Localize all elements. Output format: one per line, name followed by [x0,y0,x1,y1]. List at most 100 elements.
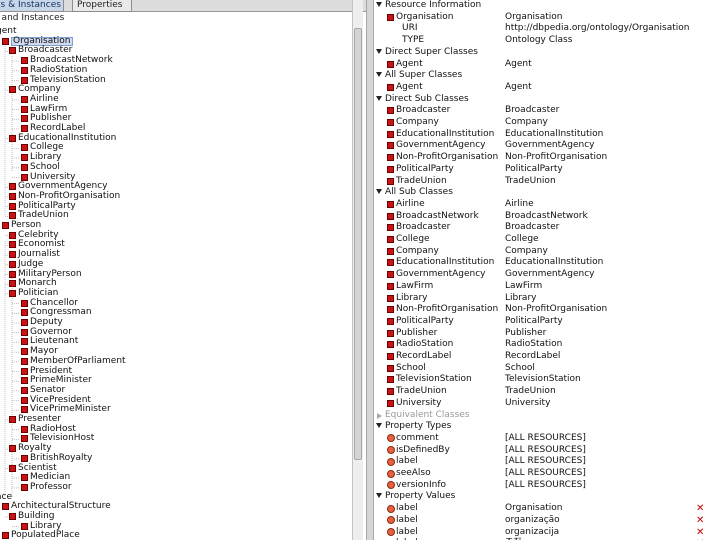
property-row[interactable]: Agent Agent [374,59,720,71]
triangle-down-icon[interactable] [376,48,382,54]
property-row[interactable]: Agent Agent [374,82,720,94]
property-row[interactable]: Broadcaster Broadcaster [374,105,720,117]
section-title: Property Values [385,491,456,502]
property-row[interactable]: Non-ProfitOrganisation Non-ProfitOrganisa… [374,304,720,316]
tree-node[interactable]: TradeUnion [0,211,350,221]
property-row[interactable]: TradeUnion TradeUnion [374,176,720,188]
property-key: University [396,397,442,408]
property-row[interactable]: Library Library [374,293,720,305]
property-row[interactable]: GovernmentAgency GovernmentAgency [374,140,720,152]
property-key: Agent [396,81,423,92]
property-row[interactable]: Company Company [374,117,720,129]
property-row[interactable]: EducationalInstitution EducationalInstitu… [374,129,720,141]
property-value: [ALL RESOURCES] [505,432,586,443]
property-row[interactable]: LawFirm LawFirm [374,281,720,293]
property-value: School [505,362,535,373]
property-row[interactable]: RadioStation RadioStation [374,339,720,351]
property-row[interactable]: comment [ALL RESOURCES] [374,433,720,445]
tree-node-label: PrimeMinister [30,375,92,386]
tree-node-label: VicePresident [30,394,91,405]
tree-node[interactable]: PopulatedPlace [0,531,350,540]
delete-icon[interactable]: ✕ [696,503,704,514]
property-row[interactable]: TradeUnion TradeUnion [374,386,720,398]
property-row[interactable]: GovernmentAgency GovernmentAgency [374,269,720,281]
section-header[interactable]: Property Values [374,491,720,503]
property-row[interactable]: versionInfo [ALL RESOURCES] [374,480,720,492]
triangle-down-icon[interactable] [376,189,382,195]
property-value: TradeUnion [505,175,556,186]
section-header[interactable]: Direct Sub Classes [374,94,720,106]
tree-scrollbar-thumb[interactable] [354,28,362,460]
property-row[interactable]: TelevisionStation TelevisionStation [374,374,720,386]
property-value: Publisher [505,327,547,338]
property-key: EducationalInstitution [396,257,495,268]
class-icon [387,306,394,314]
property-key: Company [396,117,439,127]
triangle-down-icon[interactable] [376,423,382,429]
tree-node-label: School [30,161,60,172]
section-header[interactable]: Equivalent Classes [374,410,720,422]
property-row[interactable]: PoliticalParty PoliticalParty [374,316,720,328]
class-icon [21,105,28,113]
property-row[interactable]: isDefinedBy [ALL RESOURCES] [374,445,720,457]
split-pane-divider[interactable] [366,0,374,540]
property-row[interactable]: RecordLabel RecordLabel [374,351,720,363]
tree-scrollbar[interactable] [352,0,363,540]
property-value: TelevisionStation [505,374,581,385]
property-row[interactable]: PoliticalParty PoliticalParty [374,164,720,176]
class-icon [387,294,394,302]
tree-node[interactable]: Journalist [0,250,350,260]
tree-node[interactable]: Professor [0,481,350,493]
property-value: University [505,397,551,408]
triangle-right-icon[interactable] [377,412,382,419]
tree-node-label: Professor [30,481,72,492]
property-row[interactable]: Company Company [374,246,720,258]
property-row[interactable]: University University [374,398,720,410]
class-icon [387,259,394,267]
property-key: Publisher [396,327,438,338]
tree-node-label: TradeUnion [18,210,69,221]
property-row[interactable]: label Organisation ✕ [374,503,720,515]
property-row[interactable]: URI http://dbpedia.org/ontology/Organisat… [374,23,720,35]
property-row[interactable]: label organizacija ✕ [374,527,720,539]
property-row[interactable]: label organização ✕ [374,515,720,527]
delete-icon[interactable]: ✕ [696,515,704,526]
property-value: EducationalInstitution [505,257,604,268]
tab-properties[interactable]: Properties [72,0,132,12]
section-header[interactable]: Property Types [374,421,720,433]
delete-icon[interactable]: ✕ [696,527,704,538]
section-title: Equivalent Classes [385,409,470,420]
property-row[interactable]: Airline Airline [374,199,720,211]
property-row[interactable]: School School [374,363,720,375]
property-key: Agent [396,58,423,69]
property-value: BroadcastNetwork [505,210,588,221]
property-row[interactable]: EducationalInstitution EducationalInstitu… [374,257,720,269]
class-icon [387,388,394,396]
tab-classes-instances[interactable]: es & Instances [0,0,64,12]
tree-node[interactable]: TelevisionHost [0,434,350,444]
property-value: [ALL RESOURCES] [505,479,586,490]
property-row[interactable]: Publisher Publisher [374,328,720,340]
property-row[interactable]: TYPE Ontology Class [374,35,720,47]
property-row[interactable]: Organisation Organisation [374,12,720,24]
section-header[interactable]: All Sub Classes [374,187,720,199]
property-row[interactable]: Broadcaster Broadcaster [374,222,720,234]
class-icon [387,341,394,349]
class-icon [21,357,28,365]
property-row[interactable]: label [ALL RESOURCES] [374,456,720,468]
triangle-down-icon[interactable] [376,493,382,499]
section-header[interactable]: Resource Information [374,0,720,12]
class-icon [21,309,28,317]
triangle-down-icon[interactable] [376,2,382,7]
property-row[interactable]: Non-ProfitOrganisation Non-ProfitOrganisa… [374,152,720,164]
property-value: Agent [505,58,532,69]
property-key: Organisation [396,11,454,22]
property-row[interactable]: seeAlso [ALL RESOURCES] [374,468,720,480]
property-row[interactable]: College College [374,234,720,246]
triangle-down-icon[interactable] [376,95,382,101]
section-header[interactable]: All Super Classes [374,70,720,82]
triangle-down-icon[interactable] [376,72,382,78]
section-header[interactable]: Direct Super Classes [374,47,720,59]
property-row[interactable]: BroadcastNetwork BroadcastNetwork [374,211,720,223]
property-value: Company [505,117,548,127]
